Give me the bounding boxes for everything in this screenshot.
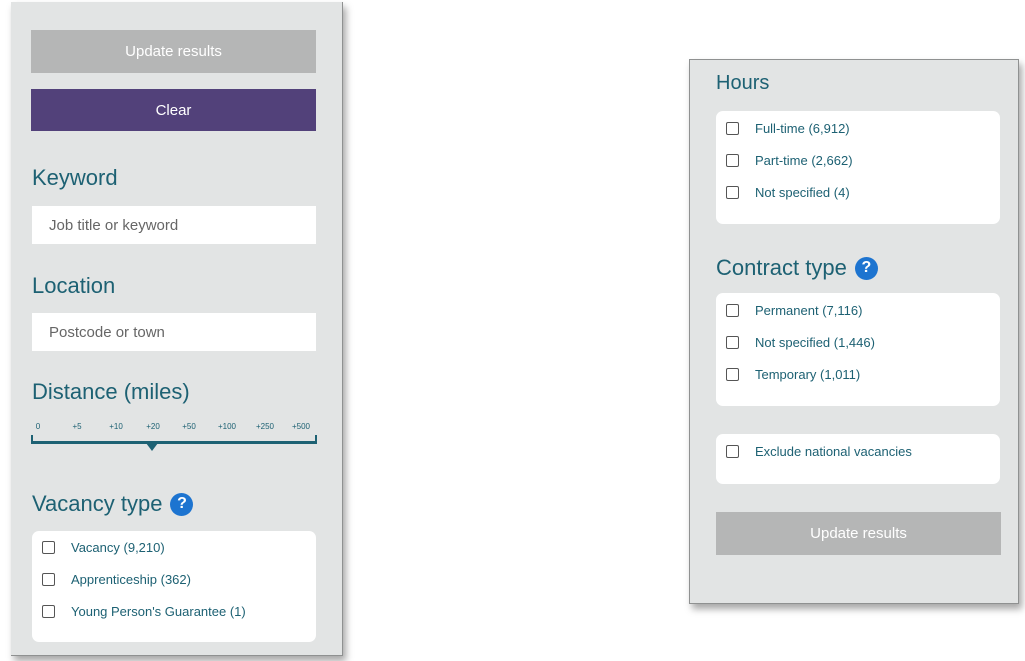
option-label: Not specified (4) <box>755 185 850 200</box>
option-label: Vacancy (9,210) <box>71 540 165 555</box>
distance-tick: +20 <box>146 422 160 431</box>
distance-tick: +10 <box>109 422 123 431</box>
distance-tick: +100 <box>217 422 237 431</box>
clear-button[interactable]: Clear <box>31 89 316 131</box>
hours-options: Full-time (6,912) Part-time (2,662) Not … <box>716 111 1000 224</box>
permanent-option[interactable]: Permanent (7,116) <box>726 303 862 318</box>
vacancy-type-options: Vacancy (9,210) Apprenticeship (362) You… <box>32 531 316 642</box>
help-icon[interactable]: ? <box>854 256 878 280</box>
option-label: Not specified (1,446) <box>755 335 875 350</box>
option-label: Apprenticeship (362) <box>71 572 191 587</box>
update-results-button[interactable]: Update results <box>716 512 1001 555</box>
checkbox[interactable] <box>42 605 55 618</box>
checkbox[interactable] <box>726 122 739 135</box>
distance-tick: +5 <box>72 422 82 431</box>
filter-panel-left: Update results Clear Keyword Location Di… <box>11 2 343 656</box>
hours-heading: Hours <box>716 72 770 94</box>
checkbox[interactable] <box>726 445 739 458</box>
location-heading: Location <box>32 273 116 298</box>
option-label: Permanent (7,116) <box>755 303 863 318</box>
exclude-national-box: Exclude national vacancies <box>716 434 1000 484</box>
temporary-option[interactable]: Temporary (1,011) <box>726 367 860 382</box>
apprenticeship-option[interactable]: Apprenticeship (362) <box>42 572 191 587</box>
keyword-input[interactable] <box>32 206 316 244</box>
distance-tick-labels: 0 +5 +10 +20 +50 +100 +250 +500 <box>32 422 317 436</box>
distance-slider[interactable] <box>31 435 318 455</box>
distance-tick: +500 <box>291 422 311 431</box>
distance-tick: 0 <box>35 422 41 431</box>
not-specified-hours-option[interactable]: Not specified (4) <box>726 185 850 200</box>
help-icon[interactable]: ? <box>170 492 194 516</box>
option-label: Temporary (1,011) <box>755 367 861 382</box>
checkbox[interactable] <box>726 304 739 317</box>
vacancy-type-label: Vacancy type <box>32 491 163 516</box>
vacancy-type-heading: Vacancy type ? <box>32 491 194 517</box>
contract-type-heading: Contract type ? <box>716 255 878 281</box>
checkbox[interactable] <box>726 336 739 349</box>
option-label: Exclude national vacancies <box>755 444 912 459</box>
young-persons-guarantee-option[interactable]: Young Person's Guarantee (1) <box>42 604 246 619</box>
distance-tick: +250 <box>255 422 275 431</box>
full-time-option[interactable]: Full-time (6,912) <box>726 121 850 136</box>
keyword-heading: Keyword <box>32 165 118 190</box>
option-label: Part-time (2,662) <box>755 153 853 168</box>
checkbox[interactable] <box>726 186 739 199</box>
distance-tick: +50 <box>182 422 196 431</box>
checkbox[interactable] <box>726 154 739 167</box>
update-results-button[interactable]: Update results <box>31 30 316 73</box>
vacancy-option[interactable]: Vacancy (9,210) <box>42 540 165 555</box>
part-time-option[interactable]: Part-time (2,662) <box>726 153 853 168</box>
contract-type-options: Permanent (7,116) Not specified (1,446) … <box>716 293 1000 406</box>
option-label: Young Person's Guarantee (1) <box>71 604 246 619</box>
not-specified-contract-option[interactable]: Not specified (1,446) <box>726 335 875 350</box>
contract-type-label: Contract type <box>716 255 847 280</box>
checkbox[interactable] <box>726 368 739 381</box>
distance-heading: Distance (miles) <box>32 379 190 404</box>
checkbox[interactable] <box>42 541 55 554</box>
location-input[interactable] <box>32 313 316 351</box>
filter-panel-right: Hours Full-time (6,912) Part-time (2,662… <box>689 59 1019 604</box>
exclude-national-option[interactable]: Exclude national vacancies <box>726 444 912 459</box>
checkbox[interactable] <box>42 573 55 586</box>
option-label: Full-time (6,912) <box>755 121 850 136</box>
slider-handle[interactable] <box>146 443 158 451</box>
